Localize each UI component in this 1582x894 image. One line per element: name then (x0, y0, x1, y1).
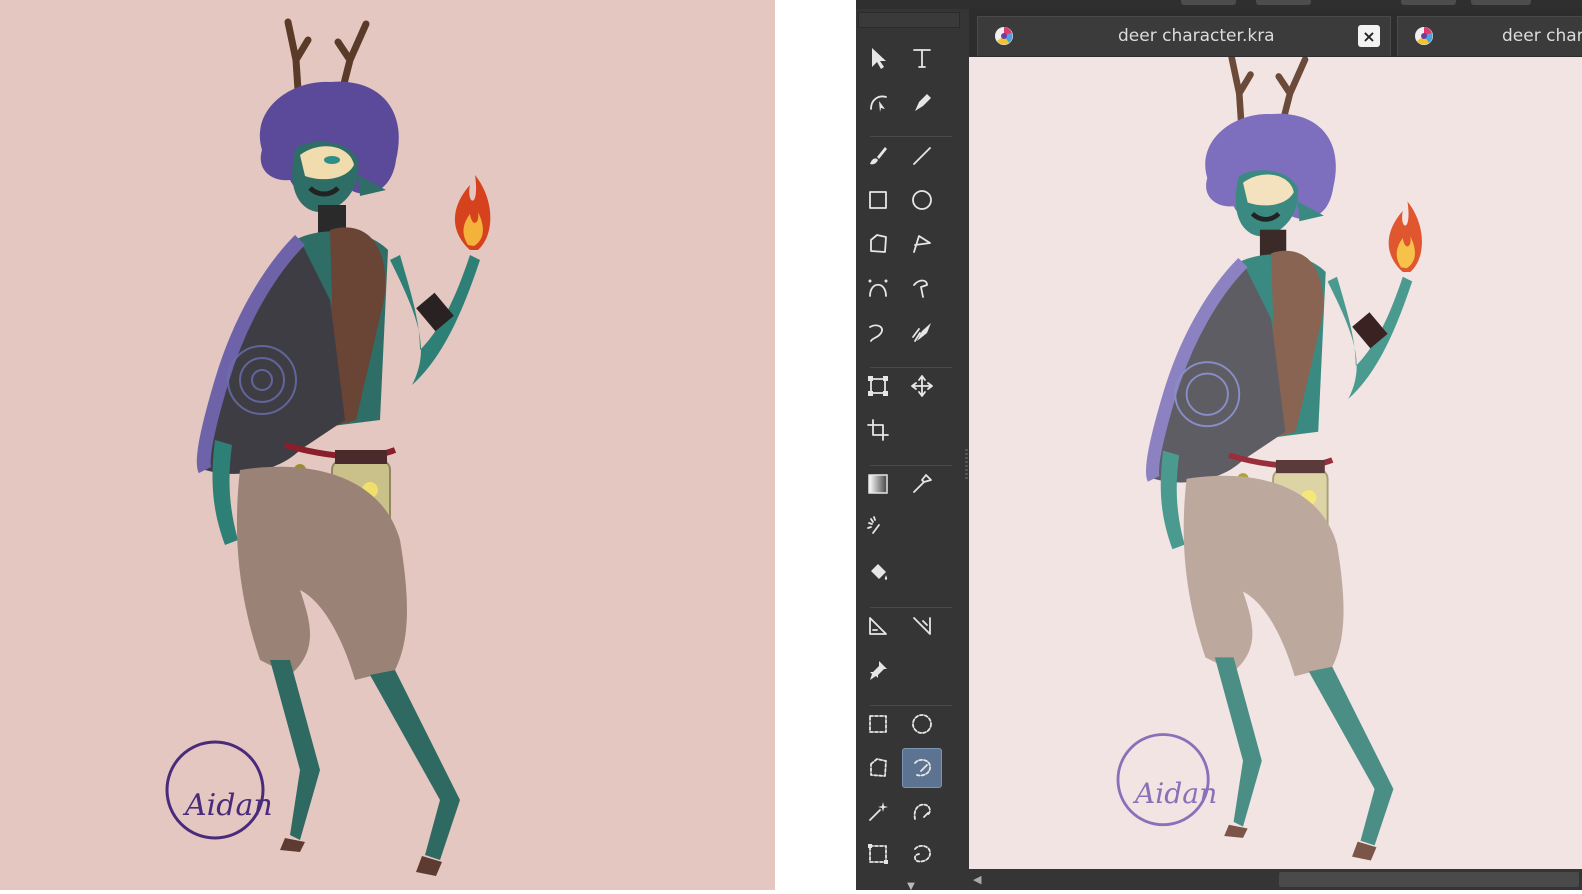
menu-handle[interactable] (1181, 0, 1236, 5)
rectangular-selection-icon (869, 715, 887, 733)
polyline-icon (913, 235, 931, 253)
edit-shapes-icon (870, 95, 887, 112)
toolbox-separator (870, 136, 952, 137)
polygonal-selection-tool-button[interactable] (858, 748, 898, 788)
polygon-icon (870, 234, 887, 253)
crop-tool-button[interactable] (858, 410, 898, 450)
tab-deer-character-2[interactable]: deer charac (1397, 16, 1582, 56)
tab-title: deer charac (1502, 26, 1582, 46)
freehand-selection-tool-button[interactable] (902, 834, 942, 874)
move-tool-button[interactable] (902, 366, 942, 406)
signature-text: Aidan (182, 788, 273, 823)
multibrush-tool-button[interactable] (902, 312, 942, 352)
menu-handle[interactable] (1401, 0, 1456, 5)
signature-text: Aidan (1132, 777, 1217, 810)
select-shapes-icon (872, 48, 886, 69)
gradient-icon (868, 474, 888, 494)
similar-color-selection-tool-button[interactable] (902, 748, 942, 788)
measure-tool-button[interactable] (902, 606, 942, 646)
horizontal-scrollbar[interactable]: ◀ (969, 869, 1582, 890)
smart-patch-tool-button[interactable] (858, 508, 898, 548)
magnetic-selection-icon (913, 803, 931, 820)
contiguous-selection-tool-button[interactable] (858, 792, 898, 832)
select-shapes-tool-button[interactable] (858, 38, 898, 78)
scrollbar-thumb[interactable] (1279, 872, 1579, 887)
edit-shapes-tool-button[interactable] (858, 82, 898, 122)
freehand-brush-icon (870, 147, 887, 165)
toolbox-separator (870, 705, 952, 706)
calligraphy-icon (915, 94, 931, 111)
bezier-selection-icon (868, 844, 888, 864)
gradient-tool-button[interactable] (858, 464, 898, 504)
bezier-curve-icon (868, 279, 888, 297)
rectangular-selection-tool-button[interactable] (858, 704, 898, 744)
canvas-artwork: Aidan (969, 57, 1582, 869)
magnetic-selection-tool-button[interactable] (902, 792, 942, 832)
menu-handle[interactable] (1256, 0, 1311, 5)
rectangle-icon (869, 191, 887, 209)
deer-character-illustration: Aidan (0, 0, 775, 890)
text-tool-button[interactable] (902, 38, 942, 78)
chevron-down-icon[interactable]: ▼ (896, 881, 926, 890)
toolbox-separator (870, 607, 952, 608)
elliptical-selection-tool-button[interactable] (902, 704, 942, 744)
polygon-tool-button[interactable] (858, 224, 898, 264)
multibrush-icon (912, 323, 931, 342)
document-canvas[interactable]: Aidan (969, 57, 1582, 869)
color-sampler-tool-button[interactable] (902, 464, 942, 504)
similar-color-selection-icon (914, 759, 931, 777)
menu-handle[interactable] (1471, 0, 1531, 5)
tab-title: deer character.kra (1118, 26, 1275, 46)
text-icon (913, 49, 931, 68)
reference-artwork: Aidan (0, 0, 775, 890)
toolbox-title-bar (858, 12, 960, 28)
top-strip (856, 0, 1582, 9)
toolbox-separator (870, 367, 952, 368)
polyline-tool-button[interactable] (902, 224, 942, 264)
ellipse-icon (912, 190, 932, 210)
fill-icon (871, 564, 888, 580)
transform-icon (868, 376, 888, 396)
transform-tool-button[interactable] (858, 366, 898, 406)
ellipse-tool-button[interactable] (902, 180, 942, 220)
smart-patch-icon (867, 516, 880, 534)
move-icon (911, 375, 933, 397)
krita-window: ▼ deer character.kra × deer charac (856, 0, 1582, 890)
toolbox-splitter-handle[interactable] (965, 449, 968, 479)
contiguous-selection-icon (869, 802, 888, 821)
freehand-path-icon (913, 279, 928, 298)
reference-images-tool-button[interactable] (858, 650, 898, 690)
dynamic-brush-tool-button[interactable] (858, 312, 898, 352)
reference-images-icon (870, 661, 887, 680)
elliptical-selection-icon (912, 714, 932, 734)
document-tab-bar: deer character.kra × deer charac (969, 9, 1582, 57)
freehand-path-tool-button[interactable] (902, 268, 942, 308)
freehand-selection-icon (914, 845, 931, 863)
tab-deer-character[interactable]: deer character.kra × (977, 16, 1391, 56)
freehand-brush-tool-button[interactable] (858, 136, 898, 176)
toolbox: ▼ (856, 9, 970, 890)
bezier-selection-tool-button[interactable] (858, 834, 898, 874)
measure-icon (913, 617, 931, 635)
gap (775, 0, 856, 890)
color-sampler-icon (913, 474, 932, 493)
calligraphy-tool-button[interactable] (902, 82, 942, 122)
krita-logo-icon (1415, 27, 1433, 45)
assistant-icon (869, 617, 887, 635)
toolbox-separator (870, 465, 952, 466)
fill-tool-button[interactable] (858, 552, 898, 592)
rectangle-tool-button[interactable] (858, 180, 898, 220)
dynamic-brush-icon (869, 324, 883, 342)
chevron-left-icon[interactable]: ◀ (973, 873, 981, 886)
krita-logo-icon (995, 27, 1013, 45)
close-icon[interactable]: × (1358, 25, 1380, 47)
line-icon (913, 147, 931, 165)
crop-icon (867, 419, 889, 441)
line-tool-button[interactable] (902, 136, 942, 176)
bezier-curve-tool-button[interactable] (858, 268, 898, 308)
assistant-tool-button[interactable] (858, 606, 898, 646)
polygonal-selection-icon (870, 758, 887, 777)
